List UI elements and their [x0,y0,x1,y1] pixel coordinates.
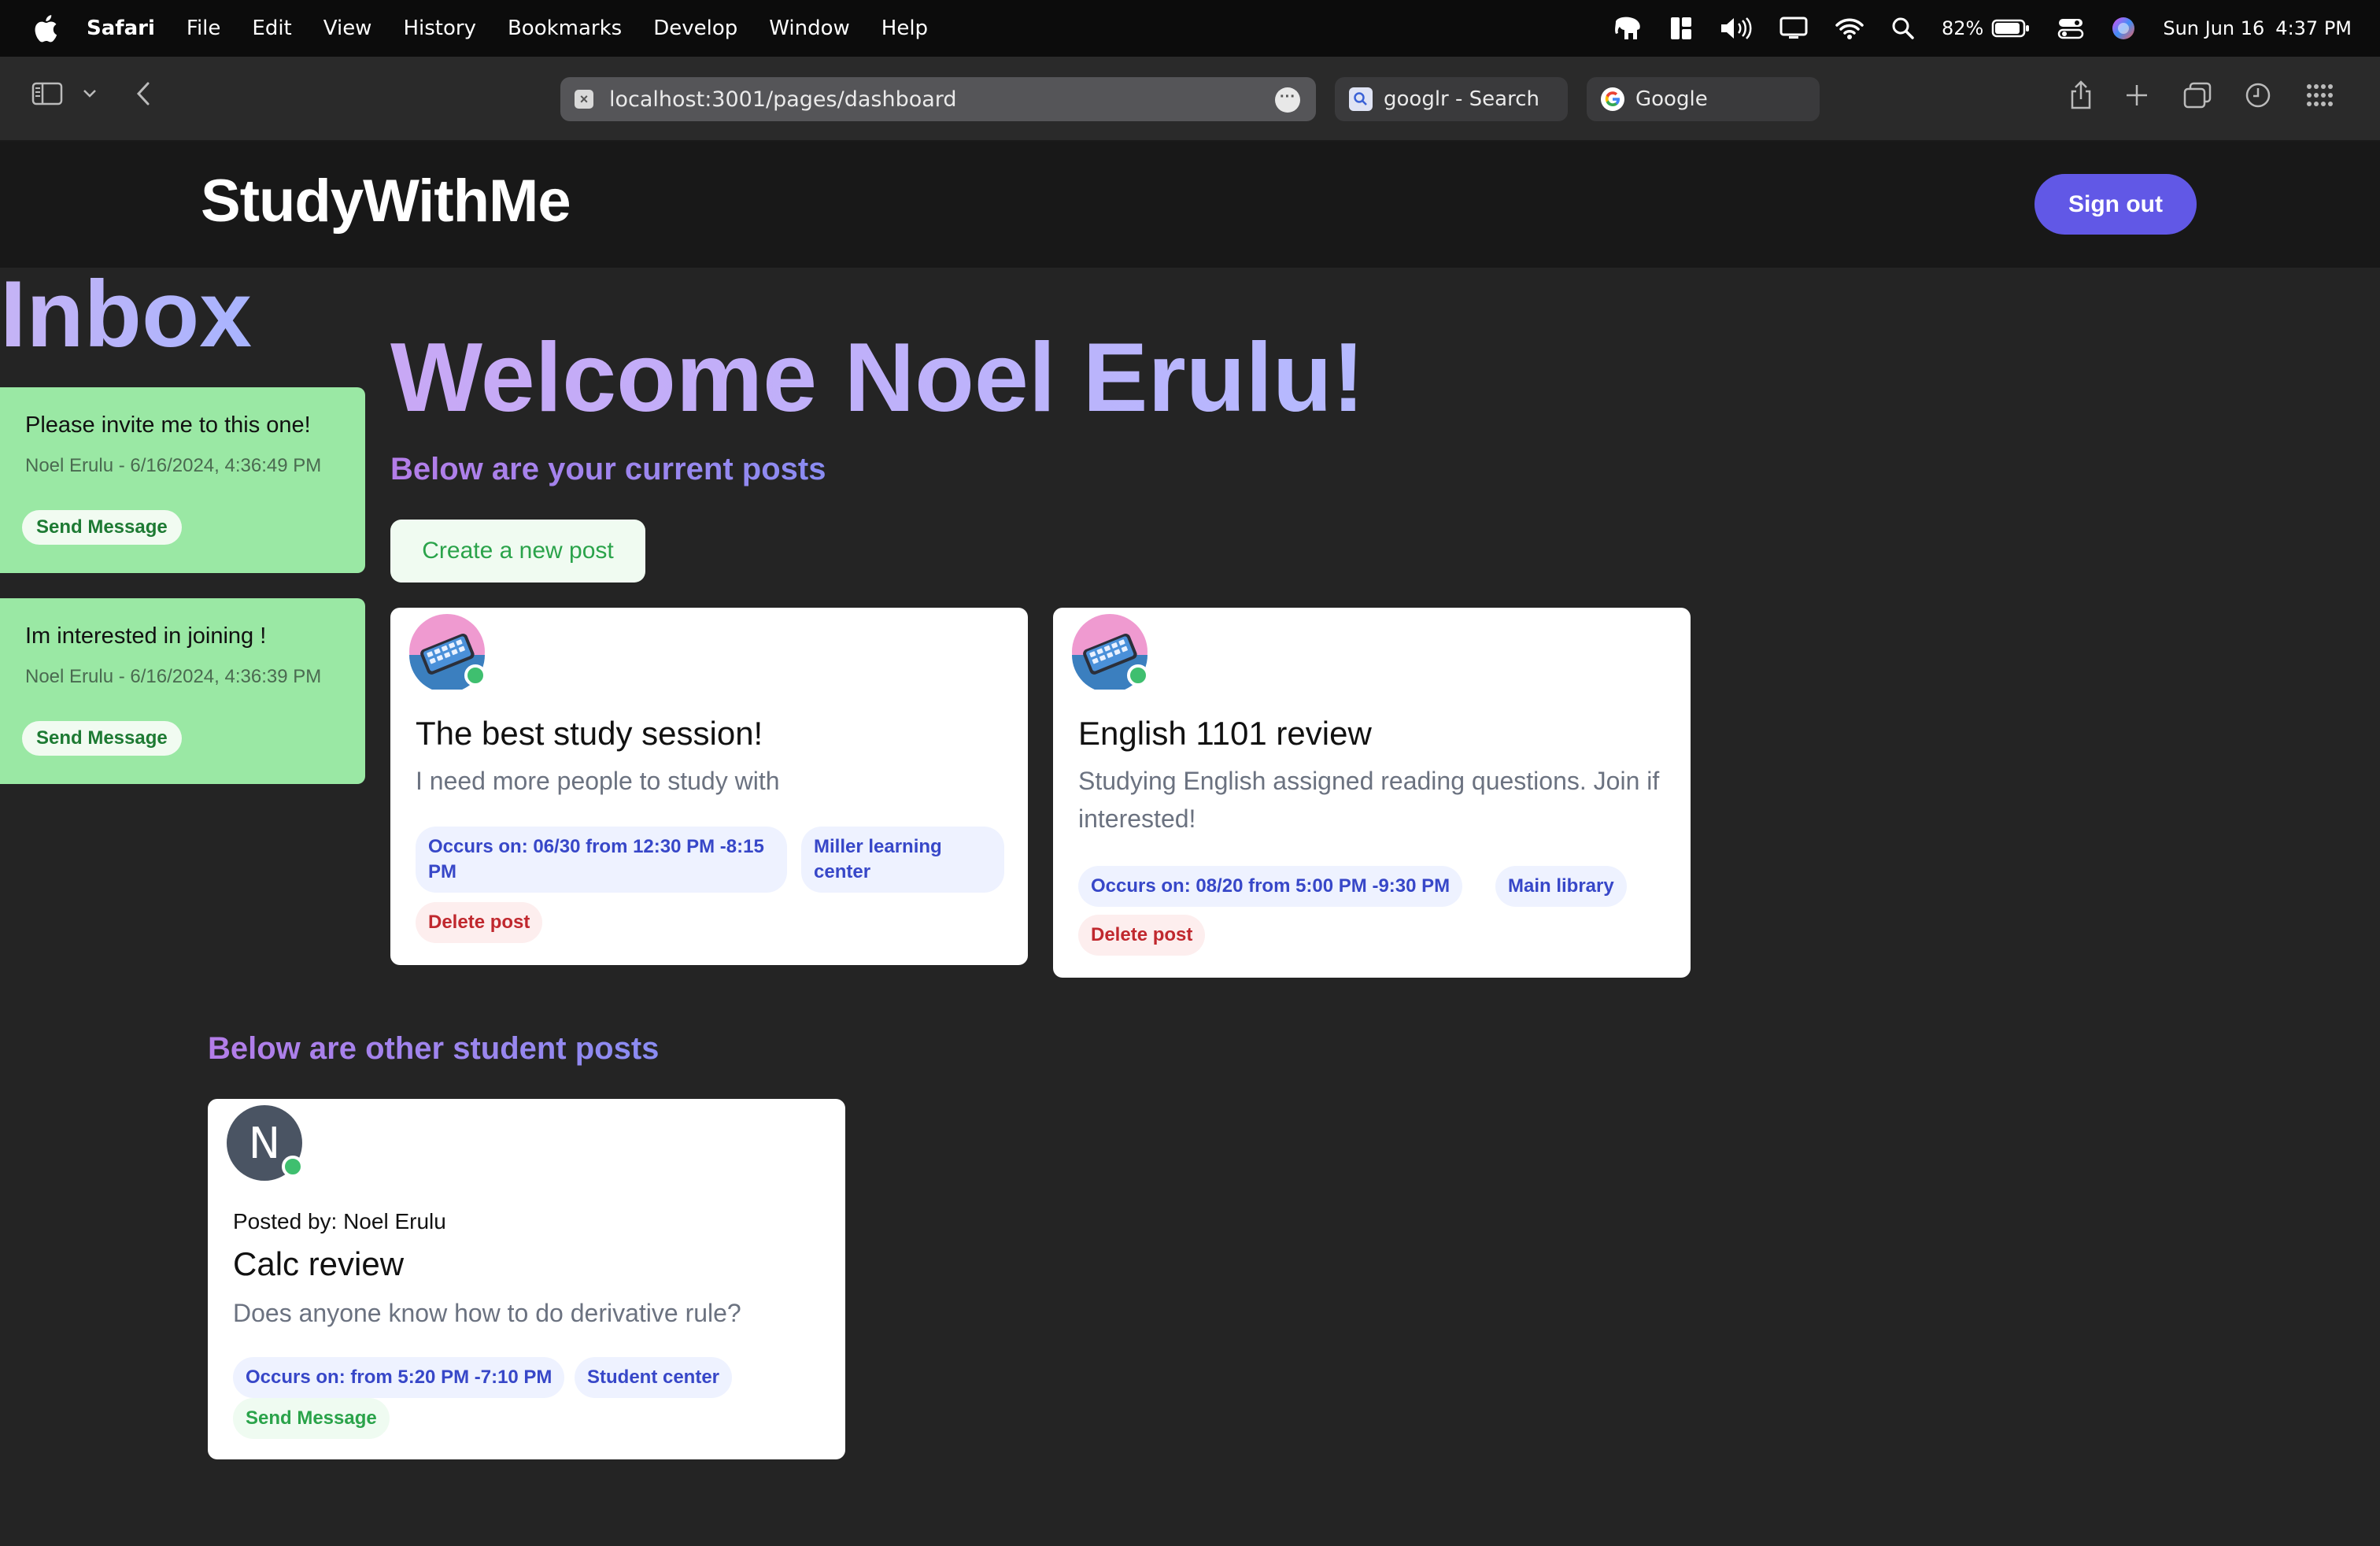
message-text: Im interested in joining ! [25,623,267,649]
menu-file[interactable]: File [187,17,221,40]
message-text: Please invite me to this one! [25,412,311,438]
siri-icon[interactable] [2111,16,2136,41]
menu-edit[interactable]: Edit [252,17,291,40]
menu-bookmarks[interactable]: Bookmarks [508,17,622,40]
other-posts-heading: Below are other student posts [208,1031,660,1066]
send-message-button[interactable]: Send Message [233,1398,390,1439]
tab-googlr-search[interactable]: googlr - Search [1335,77,1568,121]
tab-label: googlr - Search [1384,87,1539,111]
current-posts-heading: Below are your current posts [390,452,826,486]
post-card: The best study session! I need more peop… [390,608,1028,965]
active-tab-address-bar[interactable]: × localhost:3001/pages/dashboard ··· [560,77,1316,121]
google-favicon-icon [1601,87,1624,111]
wifi-icon[interactable] [1835,17,1864,40]
location-tag: Student center [575,1357,733,1398]
search-favicon-icon [1349,87,1373,111]
apple-icon[interactable] [31,13,58,44]
location-tag: Main library [1495,866,1627,907]
post-description: I need more people to study with [416,767,780,795]
close-tab-icon[interactable]: × [575,90,593,109]
posted-by: Posted by: Noel Erulu [233,1209,446,1233]
menu-app-name[interactable]: Safari [87,17,155,40]
tab-label: Google [1635,87,1708,111]
menubar-time[interactable]: 4:37 PM [2275,17,2352,39]
browser-toolbar: × localhost:3001/pages/dashboard ··· goo… [0,57,2380,142]
send-message-button[interactable]: Send Message [22,721,182,756]
delete-post-button[interactable]: Delete post [416,902,543,943]
time-tag: Occurs on: 08/20 from 5:00 PM -9:30 PM [1078,866,1463,907]
online-status-dot [282,1156,304,1178]
menu-develop[interactable]: Develop [653,17,737,40]
post-description: Does anyone know how to do derivative ru… [233,1299,741,1327]
message-meta: Noel Erulu - 6/16/2024, 4:36:39 PM [25,666,322,687]
welcome-heading: Welcome Noel Erulu! [390,324,1365,432]
post-card: English 1101 review Studying English ass… [1053,608,1691,978]
back-icon[interactable] [134,80,153,107]
menu-history[interactable]: History [403,17,476,40]
inbox-title: Inbox [0,261,252,367]
inbox-message: Im interested in joining ! Noel Erulu - … [0,598,365,784]
inbox-message: Please invite me to this one! Noel Erulu… [0,387,365,573]
volume-icon[interactable] [1720,17,1753,40]
tab-overview-icon[interactable] [2183,82,2212,109]
time-tag: Occurs on: from 5:20 PM -7:10 PM [233,1357,565,1398]
create-post-button[interactable]: Create a new post [390,520,645,583]
post-title: The best study session! [416,715,763,752]
battery-icon[interactable] [1991,18,2031,39]
menu-help[interactable]: Help [881,17,928,40]
message-meta: Noel Erulu - 6/16/2024, 4:36:49 PM [25,455,322,476]
online-status-dot [464,664,486,686]
post-description: Studying English assigned reading questi… [1078,767,1660,833]
share-icon[interactable] [2068,80,2094,110]
menu-view[interactable]: View [323,17,372,40]
menu-window[interactable]: Window [769,17,850,40]
control-center-icon[interactable] [2057,17,2084,40]
send-message-button[interactable]: Send Message [22,510,182,545]
battery-percent: 82% [1942,17,1984,39]
delete-post-button[interactable]: Delete post [1078,915,1206,956]
menubar-date[interactable]: Sun Jun 16 [2163,17,2264,39]
avatar: N [227,1105,304,1181]
avatar [409,614,486,693]
brand-logo[interactable]: StudyWithMe [201,167,571,235]
location-tag: Miller learning center [801,827,1004,893]
apps-grid-icon[interactable] [2306,83,2334,107]
url-text[interactable]: localhost:3001/pages/dashboard [609,87,957,112]
menu-bar: Safari File Edit View History Bookmarks … [0,0,2380,57]
elephant-icon[interactable] [1611,15,1643,42]
history-clock-icon[interactable] [2245,82,2271,109]
display-icon[interactable] [1779,16,1808,41]
new-tab-icon[interactable] [2125,83,2149,107]
post-card: N Posted by: Noel Erulu Calc review Does… [208,1099,845,1459]
sign-out-button[interactable]: Sign out [2034,174,2197,235]
chevron-down-icon[interactable] [82,88,98,99]
tab-google[interactable]: Google [1587,77,1820,121]
app-header: StudyWithMe Sign out [0,142,2380,268]
more-options-icon[interactable]: ··· [1275,87,1300,113]
sidebar-toggle-icon[interactable] [31,80,63,107]
avatar [1072,614,1149,693]
layout-icon[interactable] [1669,16,1693,41]
online-status-dot [1127,664,1149,686]
spotlight-search-icon[interactable] [1891,17,1915,40]
post-title: English 1101 review [1078,715,1372,752]
post-title: Calc review [233,1245,405,1282]
avatar-letter: N [248,1118,281,1168]
time-tag: Occurs on: 06/30 from 12:30 PM -8:15 PM [416,827,787,893]
